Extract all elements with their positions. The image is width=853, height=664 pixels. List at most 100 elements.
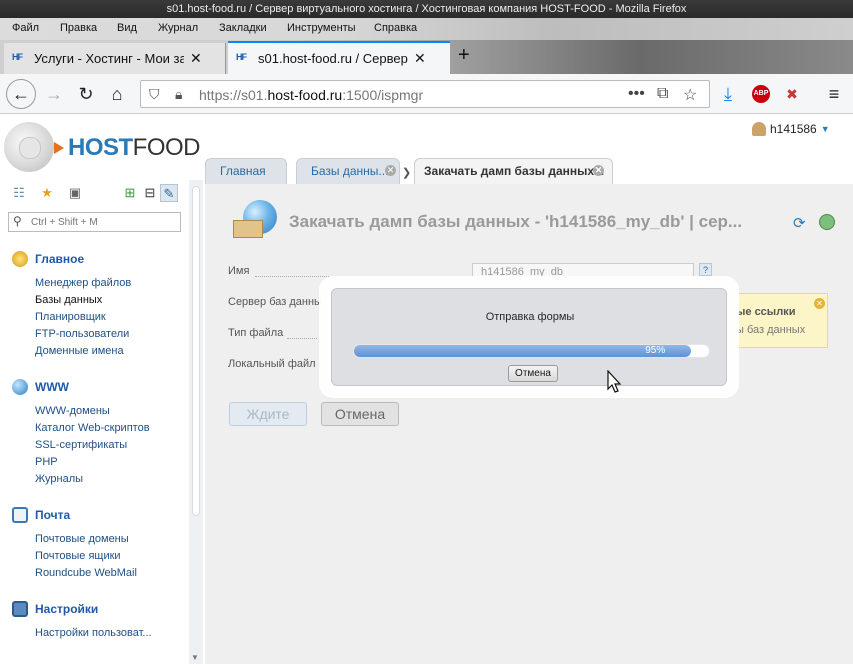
page-tab-label: Главная <box>220 164 266 178</box>
downloads-icon[interactable]: ⤓ <box>716 82 740 106</box>
pin-icon[interactable]: ✎ <box>160 184 178 202</box>
sidebar-group-title: Главное <box>35 252 85 266</box>
submit-dialog: Отправка формы 95% Отмена <box>331 288 727 386</box>
menu-edit[interactable]: Правка <box>60 22 97 34</box>
window-title: s01.host-food.ru / Сервер виртуального х… <box>0 0 853 18</box>
sidebar-item-roundcube[interactable]: Roundcube WebMail <box>35 567 137 579</box>
help-icon[interactable] <box>819 214 835 230</box>
lock-icon[interactable]: 🔒︎ <box>175 86 182 103</box>
close-icon[interactable]: ✕ <box>190 50 202 67</box>
page-tab-label: Закачать дамп базы данных... <box>424 164 605 178</box>
progress-label: 95% <box>645 345 666 356</box>
field-label-name: Имя <box>228 265 250 277</box>
menu-history[interactable]: Журнал <box>158 22 198 34</box>
question-icon[interactable]: ? <box>699 263 712 276</box>
extension-icon[interactable]: ✖ <box>780 82 804 106</box>
briefcase-icon[interactable]: ▣ <box>66 184 84 202</box>
sidebar-item-file-manager[interactable]: Менеджер файлов <box>35 277 131 289</box>
hint-text: ы баз данных <box>736 324 806 336</box>
sidebar-scrollbar[interactable]: ▼ <box>189 180 203 664</box>
close-icon[interactable]: ✕ <box>814 298 825 309</box>
sidebar-group-title: Настройки <box>35 602 99 616</box>
page-tab-databases[interactable]: Базы данны... ✕ <box>296 158 400 184</box>
back-button[interactable]: ← <box>6 79 36 109</box>
hostfood-favicon-icon: HF <box>12 51 23 62</box>
home-button[interactable]: ⌂ <box>105 82 129 106</box>
logo-text: HOSTFOOD <box>68 134 201 161</box>
star-icon[interactable]: ★ <box>38 184 56 202</box>
close-icon[interactable]: ✕ <box>385 165 396 176</box>
close-icon[interactable]: ✕ <box>414 50 426 67</box>
sidebar-group-settings[interactable]: Настройки <box>12 601 98 617</box>
mail-icon <box>12 507 28 523</box>
sidebar-item-domain-names[interactable]: Доменные имена <box>35 345 124 357</box>
hostfood-logo: HOSTFOOD <box>4 122 201 172</box>
logo-arrow <box>54 142 64 154</box>
sidebar-search[interactable]: ⚲ <box>8 212 181 232</box>
menu-tools[interactable]: Инструменты <box>287 22 356 34</box>
sidebar-item-user-settings[interactable]: Настройки пользоват... <box>35 627 152 639</box>
sidebar-item-mailboxes[interactable]: Почтовые ящики <box>35 550 121 562</box>
sidebar-item-ssl[interactable]: SSL-сертификаты <box>35 439 127 451</box>
collapse-all-icon[interactable]: ⊟ <box>141 184 159 202</box>
menu-bookmarks[interactable]: Закладки <box>219 22 267 34</box>
field-label-file-type: Тип файла <box>228 327 284 339</box>
scrollbar-thumb[interactable] <box>192 186 200 516</box>
search-icon: ⚲ <box>13 214 22 228</box>
adblock-icon[interactable]: ABP <box>752 85 770 103</box>
database-upload-icon <box>231 200 279 246</box>
scroll-down-icon[interactable]: ▼ <box>191 653 199 662</box>
chevron-down-icon: ▼ <box>820 124 830 134</box>
logo-disc <box>4 122 54 172</box>
chevron-right-icon: ❯ <box>402 167 412 179</box>
page-actions-icon[interactable]: ••• <box>628 85 645 103</box>
browser-tab-server[interactable]: HF s01.host-food.ru / Сервер в ✕ <box>228 41 450 74</box>
sidebar-item-ftp-users[interactable]: FTP-пользователи <box>35 328 129 340</box>
reload-button[interactable]: ↻ <box>74 82 98 106</box>
hint-title: ые ссылки <box>736 306 796 318</box>
refresh-icon[interactable]: ⟳ <box>793 214 806 232</box>
label-leader <box>287 338 317 339</box>
main-group-icon <box>12 251 28 267</box>
sidebar-item-php[interactable]: PHP <box>35 456 58 468</box>
sidebar-item-databases[interactable]: Базы данных <box>35 294 102 306</box>
url-text[interactable]: https://s01.host-food.ru:1500/ispmgr <box>199 87 423 103</box>
submit-overlay: Отправка формы 95% Отмена <box>319 276 739 398</box>
hamburger-menu-icon[interactable]: ≡ <box>822 82 846 106</box>
expand-all-icon[interactable]: ⊞ <box>121 184 139 202</box>
menu-file[interactable]: Файл <box>12 22 39 34</box>
menu-help[interactable]: Справка <box>374 22 417 34</box>
forward-button[interactable]: → <box>42 82 66 106</box>
sidebar-group-www[interactable]: WWW <box>12 379 69 395</box>
sidebar-item-mail-domains[interactable]: Почтовые домены <box>35 533 129 545</box>
bookmark-star-icon[interactable]: ☆ <box>683 85 697 105</box>
user-menu[interactable]: h141586 ▼ <box>752 122 830 136</box>
field-label-local-file: Локальный файл <box>228 358 316 370</box>
sidebar-group-title: WWW <box>35 380 69 394</box>
menu-view[interactable]: Вид <box>117 22 137 34</box>
cancel-button[interactable]: Отмена <box>321 402 399 426</box>
wait-button[interactable]: Ждите <box>229 402 307 426</box>
dialog-cancel-button[interactable]: Отмена <box>508 365 558 382</box>
mouse-cursor-icon <box>607 370 622 393</box>
close-icon[interactable]: ✕ <box>593 165 604 176</box>
browser-tab-services[interactable]: HF Услуги - Хостинг - Мои за ✕ <box>4 43 226 74</box>
sidebar-item-scheduler[interactable]: Планировщик <box>35 311 106 323</box>
reader-icon[interactable]: ⧉ <box>657 85 668 103</box>
sidebar-item-web-scripts[interactable]: Каталог Web-скриптов <box>35 422 150 434</box>
sidebar-item-logs[interactable]: Журналы <box>35 473 83 485</box>
shield-icon[interactable]: ⛉ <box>149 86 160 103</box>
sidebar-group-main[interactable]: Главное <box>12 251 84 267</box>
url-bar[interactable]: ⛉ 🔒︎ https://s01.host-food.ru:1500/ispmg… <box>140 80 710 108</box>
user-name: h141586 <box>770 122 817 136</box>
sidebar-search-input[interactable] <box>31 215 176 230</box>
main-content: Закачать дамп базы данных - 'h141586_my_… <box>205 184 853 664</box>
sidebar-group-mail[interactable]: Почта <box>12 507 70 523</box>
new-tab-icon[interactable]: + <box>458 44 470 67</box>
tree-view-icon[interactable]: ☷ <box>10 184 28 202</box>
page-tab-home[interactable]: Главная <box>205 158 287 184</box>
browser-tab-label: Услуги - Хостинг - Мои за <box>34 51 184 66</box>
tab-strip: HF Услуги - Хостинг - Мои за ✕ HF s01.ho… <box>0 40 853 74</box>
sidebar-item-www-domains[interactable]: WWW-домены <box>35 405 110 417</box>
page-tab-upload-dump[interactable]: Закачать дамп базы данных... ✕ <box>414 158 613 184</box>
